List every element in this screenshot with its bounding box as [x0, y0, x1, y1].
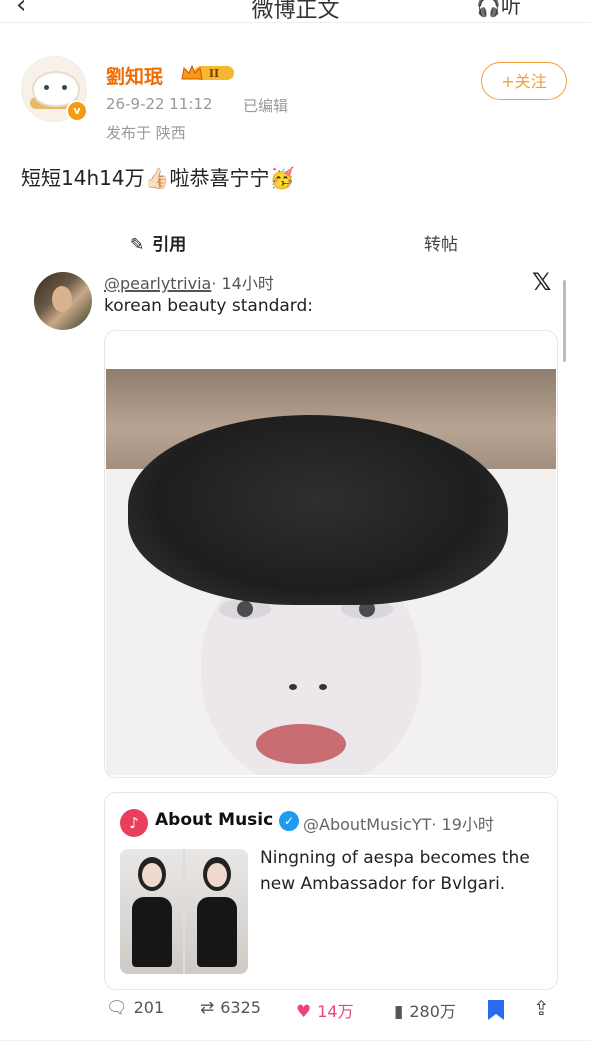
tweet-handle: @pearlytrivia	[104, 274, 212, 293]
tweet-author-line[interactable]: @pearlytrivia· 14小时	[104, 270, 274, 294]
photo-dress	[132, 897, 172, 967]
tweet-time: · 14小时	[211, 274, 274, 293]
bar-chart-icon: ▮	[394, 1002, 404, 1022]
retweet-icon: ⇄	[200, 998, 215, 1018]
tab-repost[interactable]: 转帖	[424, 230, 458, 255]
quoted-tweet-images[interactable]	[120, 849, 248, 974]
tweet-media-card[interactable]	[104, 330, 558, 778]
post-text-main: 短短14h14万	[21, 166, 145, 190]
x-logo-icon[interactable]: 𝕏	[532, 268, 551, 296]
post-text-suffix: 啦恭喜宁宁	[169, 166, 270, 190]
more-options-icon[interactable]: ···	[537, 0, 561, 11]
tweet-author-avatar[interactable]	[34, 272, 92, 330]
retweet-count: 6325	[220, 998, 261, 1017]
thumbs-up-emoji-icon: 👍🏻	[144, 166, 170, 190]
reply-button[interactable]: 🗨︎ 201	[106, 998, 164, 1018]
follow-button[interactable]: +关注	[481, 62, 567, 100]
edited-label[interactable]: 已编辑	[243, 95, 288, 116]
bottom-divider	[0, 1040, 591, 1051]
quoted-tweet-text: Ningning of aespa becomes the new Ambass…	[260, 848, 530, 894]
photo-dress	[197, 897, 237, 967]
heart-icon: ♥	[296, 1002, 312, 1022]
views-button[interactable]: ▮ 280万	[394, 998, 456, 1022]
quoted-author-name: About Music	[155, 810, 274, 830]
post-text: 短短14h14万👍🏻啦恭喜宁宁🥳	[21, 162, 294, 191]
author-name[interactable]: 劉知珉	[106, 62, 163, 89]
verified-v-badge-icon: v	[66, 100, 88, 122]
quoted-image-1[interactable]	[120, 849, 183, 974]
view-count: 280万	[409, 1002, 456, 1021]
photo-lips	[256, 724, 346, 764]
photo-nostril-right	[319, 684, 327, 690]
tweet-photo[interactable]	[106, 369, 556, 775]
quoted-author-line: @AboutMusicYT· 19小时	[303, 811, 494, 835]
listen-button[interactable]: 🎧听	[476, 0, 521, 19]
tweet-action-bar: 🗨︎ 201 ⇄ 6325 ♥ 14万 ▮ 280万 ⇪	[0, 996, 591, 1028]
like-button[interactable]: ♥ 14万	[296, 998, 354, 1022]
photo-nostril-left	[289, 684, 297, 690]
bookmark-icon[interactable]	[488, 1000, 504, 1020]
avatar-face	[52, 286, 72, 312]
photo-face	[142, 863, 162, 887]
vip-crown-badge-icon[interactable]: II	[180, 63, 236, 83]
reply-count: 201	[133, 998, 165, 1017]
quoted-time: · 19小时	[431, 815, 494, 834]
photo-face	[207, 863, 227, 887]
quoted-tweet-card[interactable]: ♪ About Music ✓ @AboutMusicYT· 19小时 Ning…	[104, 792, 558, 990]
verified-check-icon: ✓	[279, 811, 299, 831]
quoted-handle: @AboutMusicYT	[303, 815, 432, 834]
retweet-button[interactable]: ⇄ 6325	[200, 998, 261, 1018]
like-count: 14万	[317, 1002, 354, 1021]
vip-level-text: II	[209, 67, 219, 80]
quoted-image-2[interactable]	[185, 849, 248, 974]
party-face-emoji-icon: 🥳	[269, 166, 295, 190]
pen-icon: ✎	[130, 235, 145, 255]
tab-quote-label: 引用	[152, 235, 187, 255]
share-icon[interactable]: ⇪	[533, 996, 550, 1020]
tab-quote[interactable]: ✎ 引用	[130, 230, 186, 255]
music-note-avatar-icon: ♪	[120, 809, 148, 837]
post-timestamp: 26-9-22 11:12	[106, 95, 213, 113]
listen-label: 听	[500, 0, 521, 18]
top-bar: ‹ 微博正文 🎧听 ···	[0, 0, 591, 23]
tweet-text: korean beauty standard:	[104, 296, 314, 316]
scrollbar[interactable]	[563, 280, 566, 362]
post-location: 发布于 陕西	[106, 124, 186, 142]
comment-icon: 🗨︎	[106, 998, 128, 1018]
photo-hair	[128, 415, 508, 605]
